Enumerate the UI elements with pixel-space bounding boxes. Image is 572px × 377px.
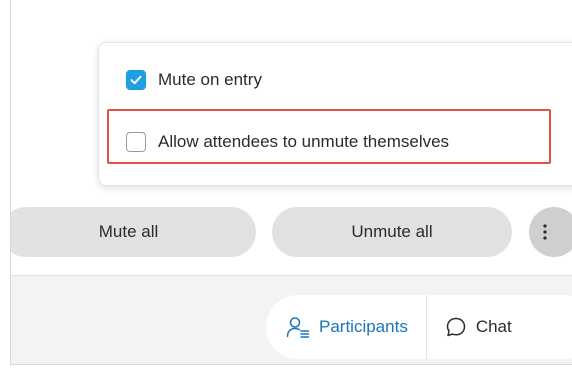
bottom-bar: Participants Chat	[11, 275, 572, 364]
allow-unmute-option[interactable]: Allow attendees to unmute themselves	[126, 132, 449, 152]
mute-all-button[interactable]: Mute all	[11, 207, 256, 257]
unmute-all-button[interactable]: Unmute all	[272, 207, 512, 257]
mute-on-entry-label: Mute on entry	[158, 70, 262, 89]
audio-options-popup: Mute on entry Allow attendees to unmute …	[98, 42, 572, 186]
participants-icon	[286, 316, 310, 338]
mute-all-label: Mute all	[98, 222, 159, 241]
panel-tabs: Participants Chat	[266, 295, 572, 359]
chat-label: Chat	[475, 317, 512, 336]
tab-chat[interactable]: Chat	[427, 295, 512, 359]
mute-on-entry-checkbox[interactable]	[126, 70, 146, 90]
allow-unmute-checkbox[interactable]	[126, 132, 146, 152]
participants-label: Participants	[319, 317, 408, 336]
controls-area: Mute on entry Allow attendees to unmute …	[11, 0, 572, 275]
unmute-all-label: Unmute all	[351, 222, 433, 241]
more-options-button[interactable]	[529, 207, 572, 257]
meeting-panel: Mute on entry Allow attendees to unmute …	[10, 0, 572, 365]
chat-icon	[445, 316, 467, 338]
checkmark-icon	[130, 75, 142, 85]
tab-participants[interactable]: Participants	[266, 295, 427, 359]
mute-on-entry-option[interactable]: Mute on entry	[126, 70, 262, 90]
more-vertical-icon	[543, 224, 547, 240]
allow-unmute-label: Allow attendees to unmute themselves	[158, 132, 450, 151]
